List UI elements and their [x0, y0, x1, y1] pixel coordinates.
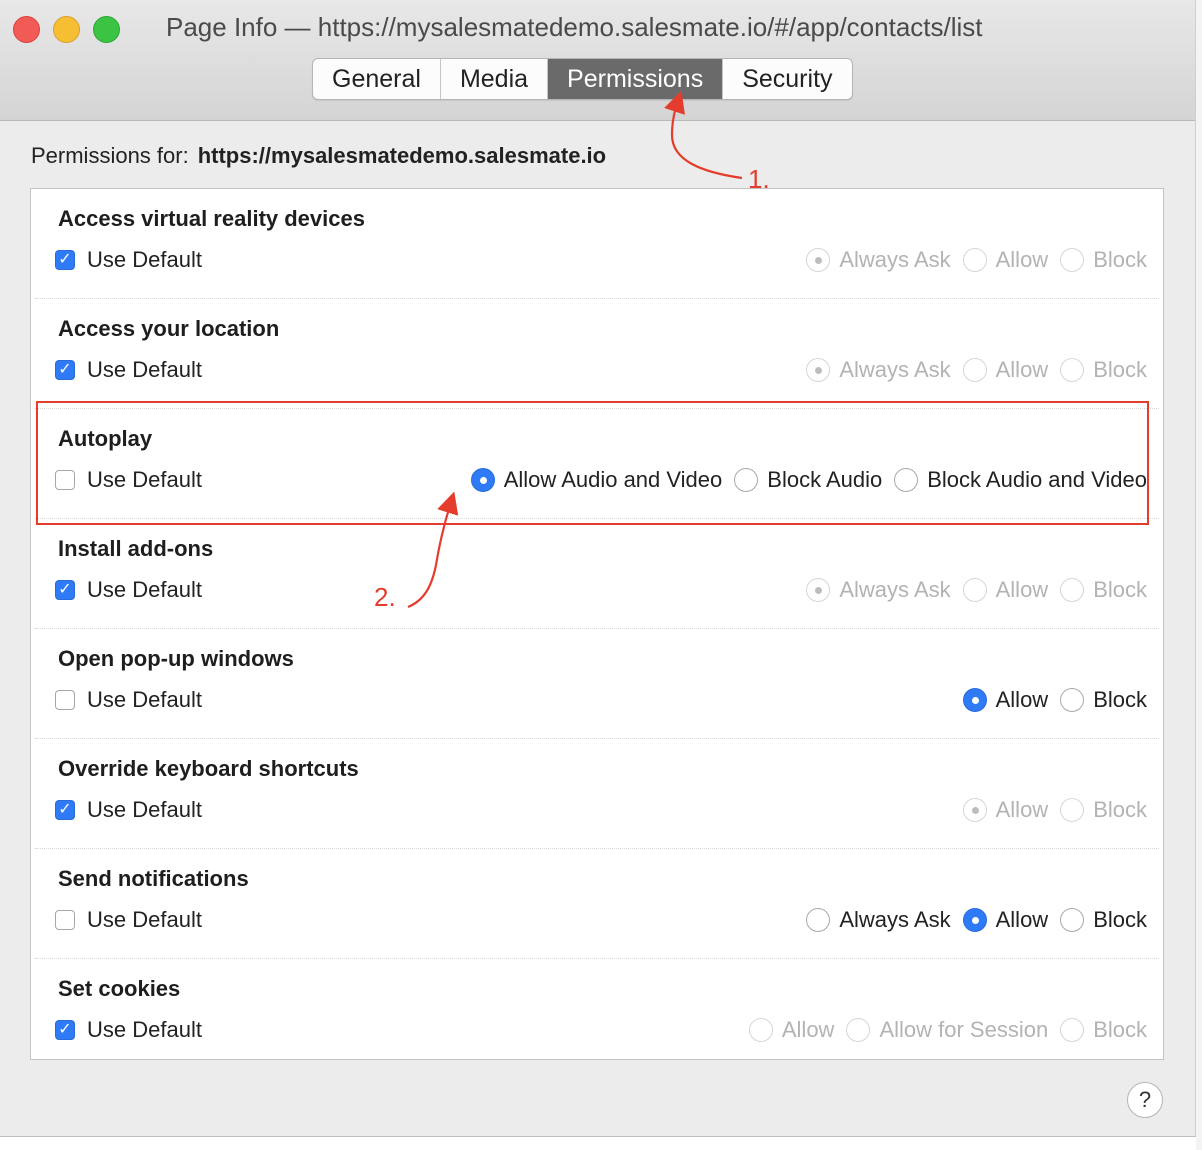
annotation-arrows — [407, 90, 743, 609]
arrow-1-path — [664, 90, 743, 180]
annotation-step-2: 2. — [374, 582, 396, 612]
annotation-step-1: 1. — [748, 164, 770, 194]
arrow-2-path — [407, 491, 459, 609]
